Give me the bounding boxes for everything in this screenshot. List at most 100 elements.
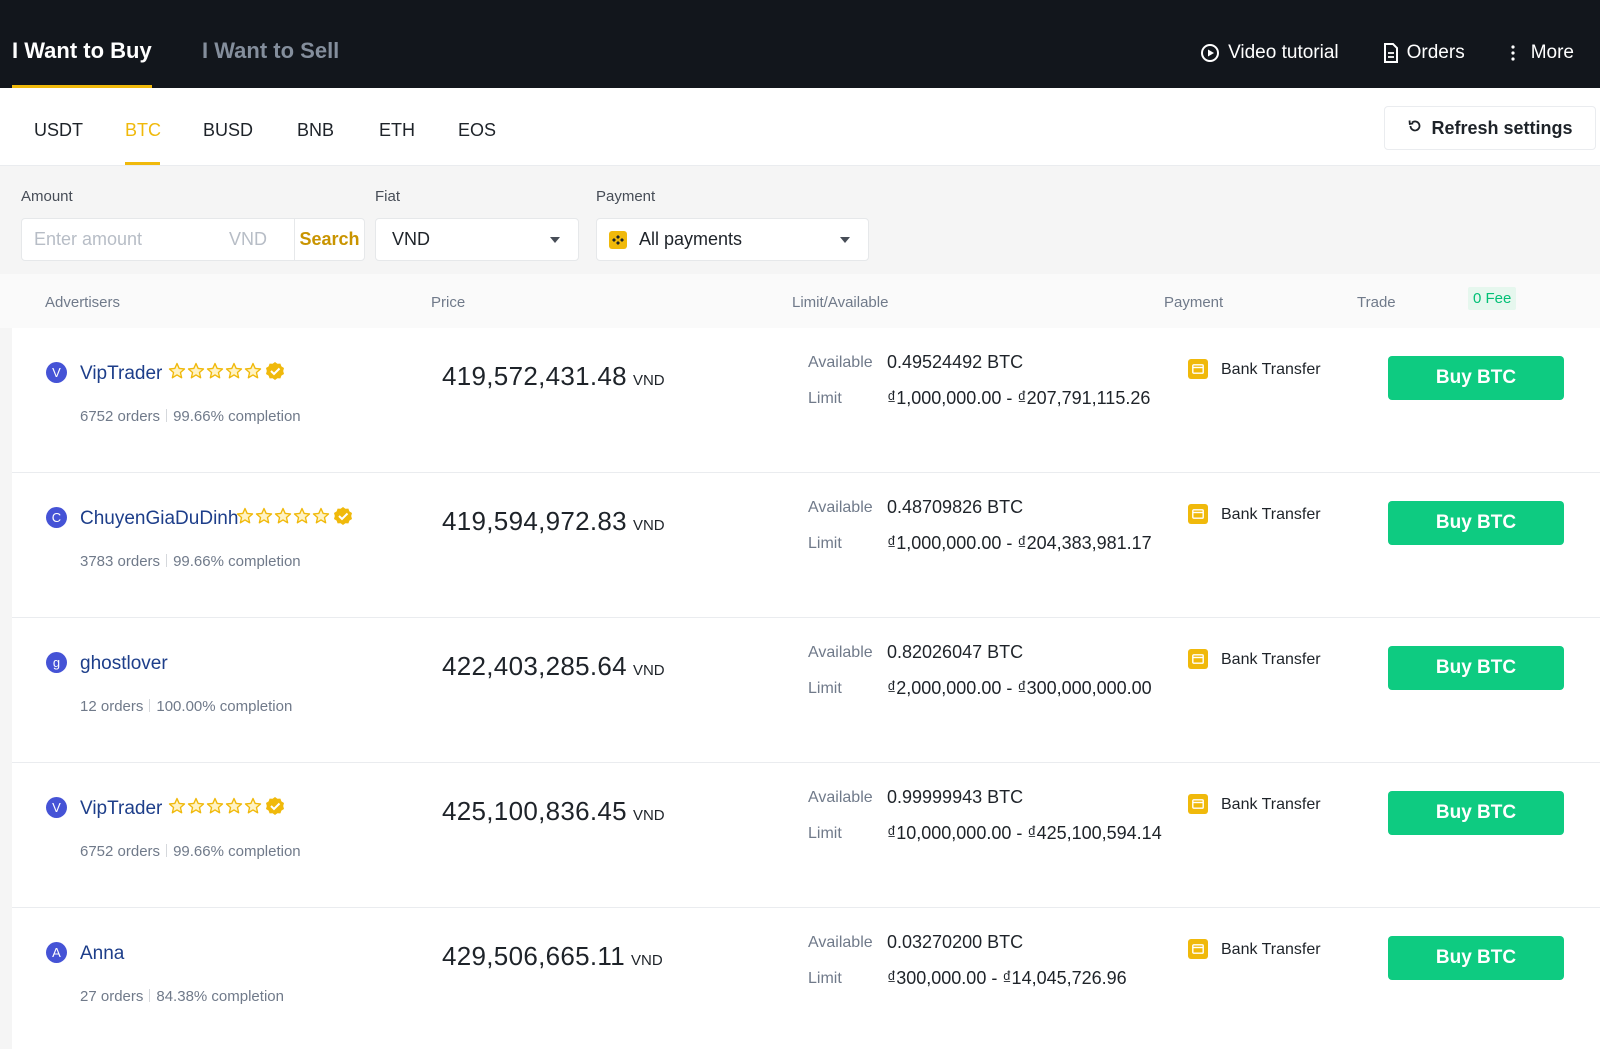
price-unit: VND <box>632 662 665 679</box>
table-header: Advertisers Price Limit/Available Paymen… <box>0 274 1600 328</box>
buy-btc-button[interactable]: Buy BTC <box>1388 936 1564 980</box>
limit-label: Limit <box>808 390 842 407</box>
bank-card-icon <box>1188 359 1208 379</box>
order-count: 6752 orders <box>80 408 161 425</box>
limit-value: ₫2,000,000.00 - ₫300,000,000.00 <box>887 678 1152 698</box>
amount-label: Amount <box>21 188 73 205</box>
bank-card-icon <box>1188 794 1208 814</box>
vertical-dots-icon <box>1509 43 1523 63</box>
coin-tab-usdt[interactable]: USDT <box>34 120 83 141</box>
zero-fee-badge: 0 Fee <box>1468 287 1517 310</box>
table-row: V VipTrader 6752 orders 99.66% completion 42… <box>12 763 1600 908</box>
tab-sell[interactable]: I Want to Sell <box>202 38 339 64</box>
order-count: 27 orders <box>80 988 144 1005</box>
stats-divider <box>166 554 168 567</box>
buy-btc-button[interactable]: Buy BTC <box>1388 646 1564 690</box>
bank-card-icon <box>1188 649 1208 669</box>
star-icon <box>274 507 292 530</box>
star-icon <box>244 797 262 820</box>
star-icon <box>244 362 262 385</box>
more-menu[interactable]: More <box>1509 42 1574 64</box>
stats-divider <box>149 989 151 1002</box>
fiat-select[interactable]: VND <box>375 218 579 261</box>
fiat-value: VND <box>392 229 431 249</box>
coin-tab-bar: USDT BTC BUSD BNB ETH EOS Refresh settin… <box>0 88 1600 166</box>
completion-rate: 99.66% completion <box>173 553 301 570</box>
search-button[interactable]: Search <box>295 229 364 250</box>
star-icon <box>168 797 186 820</box>
avatar: V <box>46 362 67 383</box>
advertiser-stats: 27 orders 84.38% completion <box>80 988 284 1005</box>
star-icon <box>293 507 311 530</box>
advert-list: V VipTrader 6752 orders 99.66% completion 41… <box>12 328 1600 1049</box>
limit-label: Limit <box>808 680 842 697</box>
coin-tab-bnb[interactable]: BNB <box>297 120 334 141</box>
amount-input[interactable] <box>22 219 202 260</box>
limit-value: ₫10,000,000.00 - ₫425,100,594.14 <box>887 823 1162 843</box>
star-icon <box>236 507 254 530</box>
video-tutorial-label: Video tutorial <box>1228 42 1339 63</box>
verified-badge-icon <box>265 796 285 821</box>
header-trade: Trade <box>1357 294 1396 311</box>
available-value: 0.99999943 BTC <box>887 787 1024 807</box>
advertiser-name[interactable]: Anna <box>80 943 124 965</box>
header-price: Price <box>431 294 466 311</box>
available-value: 0.48709826 BTC <box>887 497 1024 517</box>
price: 419,572,431.48 VND <box>442 361 665 392</box>
order-count: 12 orders <box>80 698 144 715</box>
buy-btc-button[interactable]: Buy BTC <box>1388 356 1564 400</box>
merchant-rating <box>168 796 285 821</box>
buy-btc-button[interactable]: Buy BTC <box>1388 791 1564 835</box>
coin-tab-busd[interactable]: BUSD <box>203 120 253 141</box>
stats-divider <box>166 409 168 422</box>
avatar: A <box>46 942 67 963</box>
top-header: I Want to Buy I Want to Sell Video tutor… <box>0 0 1600 88</box>
avatar: g <box>46 652 67 673</box>
advertiser-name[interactable]: VipTrader <box>80 798 162 820</box>
order-count: 6752 orders <box>80 843 161 860</box>
orders-label: Orders <box>1406 42 1465 63</box>
star-icon <box>225 797 243 820</box>
limit-value: ₫300,000.00 - ₫14,045,726.96 <box>887 968 1127 988</box>
advertiser-name[interactable]: ChuyenGiaDuDinh <box>80 508 238 530</box>
coin-tab-eth[interactable]: ETH <box>379 120 415 141</box>
price: 429,506,665.11 VND <box>442 941 663 972</box>
star-icon <box>225 362 243 385</box>
price-unit: VND <box>632 517 665 534</box>
advertiser-name[interactable]: ghostlover <box>80 653 168 675</box>
fiat-label: Fiat <box>375 188 401 205</box>
available-label: Available <box>808 789 873 806</box>
avatar: C <box>46 507 67 528</box>
price: 422,403,285.64 VND <box>442 651 665 682</box>
payment-method: Bank Transfer <box>1221 361 1321 378</box>
limit-label: Limit <box>808 970 842 987</box>
advertiser-name[interactable]: VipTrader <box>80 363 162 385</box>
available-value: 0.82026047 BTC <box>887 642 1024 662</box>
payment-method: Bank Transfer <box>1221 506 1321 523</box>
star-icon <box>187 797 205 820</box>
price-unit: VND <box>632 807 665 824</box>
refresh-settings-button[interactable]: Refresh settings <box>1384 106 1596 150</box>
coin-tab-btc[interactable]: BTC <box>125 120 161 141</box>
stats-divider <box>166 844 168 857</box>
coin-tab-eos[interactable]: EOS <box>458 120 496 141</box>
advertiser-stats: 6752 orders 99.66% completion <box>80 408 301 425</box>
advertiser-stats: 6752 orders 99.66% completion <box>80 843 301 860</box>
video-tutorial-link[interactable]: Video tutorial <box>1200 42 1339 64</box>
refresh-icon <box>1407 118 1423 139</box>
advertiser-stats: 3783 orders 99.66% completion <box>80 553 301 570</box>
payment-filter-value: All payments <box>639 229 743 249</box>
available-value: 0.49524492 BTC <box>887 352 1024 372</box>
star-icon <box>206 797 224 820</box>
header-limit-available: Limit/Available <box>792 294 889 311</box>
payment-select[interactable]: All payments <box>596 218 869 261</box>
merchant-rating <box>168 361 285 386</box>
order-count: 3783 orders <box>80 553 161 570</box>
price: 419,594,972.83 VND <box>442 506 665 537</box>
orders-link[interactable]: Orders <box>1383 42 1465 64</box>
available-label: Available <box>808 354 873 371</box>
limit-value: ₫1,000,000.00 - ₫204,383,981.17 <box>887 533 1152 553</box>
tab-buy[interactable]: I Want to Buy <box>12 38 152 64</box>
buy-btc-button[interactable]: Buy BTC <box>1388 501 1564 545</box>
price-value: 425,100,836.45 <box>442 796 627 826</box>
